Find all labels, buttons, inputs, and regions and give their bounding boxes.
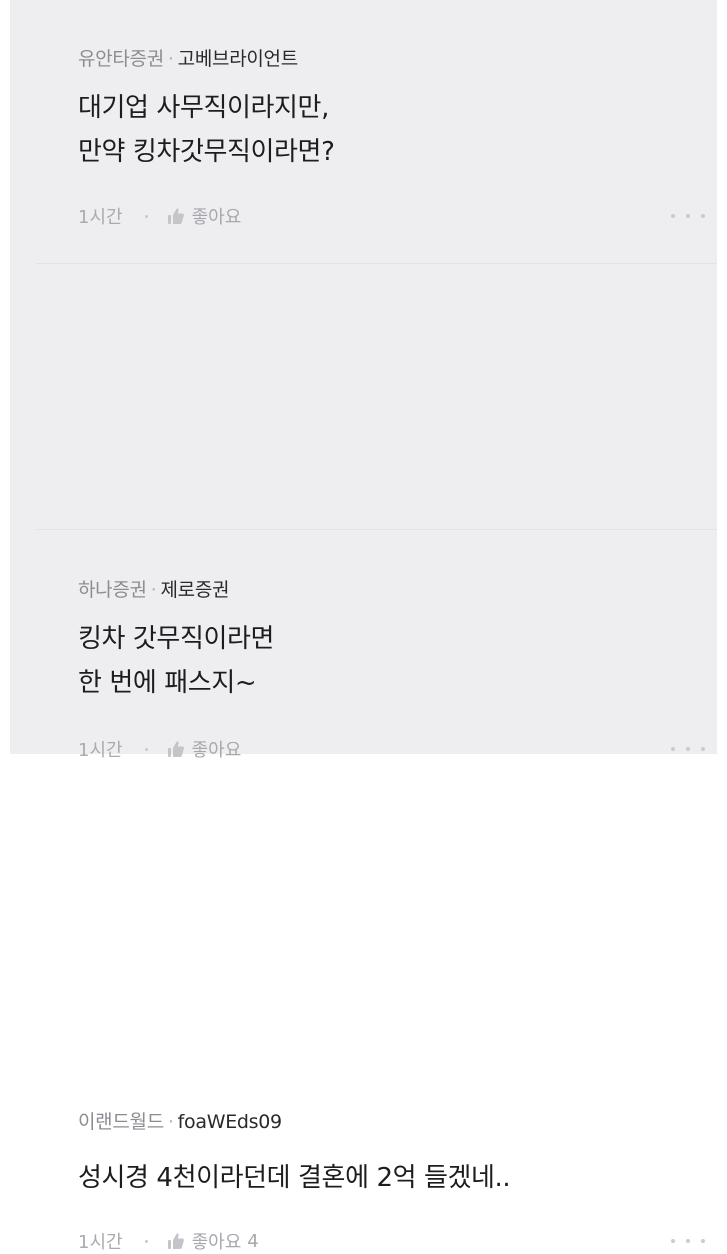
comment-text: 성시경 4천이라던데 결혼에 2억 들겠네.. xyxy=(78,1163,511,1193)
comment-time: 1시간 xyxy=(78,207,123,228)
author-company: 이랜드월드 xyxy=(78,1111,164,1133)
more-options-button[interactable] xyxy=(671,1231,705,1251)
thumbs-up-icon xyxy=(166,1231,186,1251)
author-nickname[interactable]: 고베브라이언트 xyxy=(178,48,299,70)
comment-author: 이랜드월드 · foaWEds09 xyxy=(78,1107,282,1134)
more-dots-icon xyxy=(686,1239,690,1243)
comment-footer: 1시간 좋아요 xyxy=(78,203,241,229)
like-label: 좋아요 xyxy=(191,207,242,228)
more-dots-icon xyxy=(701,214,705,218)
comment-footer: 1시간 좋아요 4 xyxy=(78,1228,259,1254)
comment-text: 대기업 사무직이라지만, 만약 킹차갓무직이라면? xyxy=(78,93,335,167)
divider xyxy=(36,263,717,264)
footer-separator xyxy=(144,1239,148,1243)
author-company: 유안타증권 xyxy=(78,48,164,70)
comment-item: 이랜드월드 · foaWEds09 성시경 4천이라던데 결혼에 2억 들겠네.. … xyxy=(10,531,717,1253)
comment-list: 유안타증권 · 고베브라이언트 대기업 사무직이라지만, 만약 킹차갓무직이라면? … xyxy=(10,0,717,1253)
footer-separator xyxy=(144,214,148,218)
comment-item: 하나증권 · 제로증권 킹차 갓무직이라면 한 번에 패스지~ 1시간 좋아요 xyxy=(10,265,717,761)
meta-separator: · xyxy=(167,48,174,70)
more-dots-icon xyxy=(671,214,675,218)
like-label: 좋아요 xyxy=(191,1232,242,1253)
like-button[interactable]: 좋아요 4 xyxy=(166,1228,259,1254)
thumbs-up-icon xyxy=(166,206,186,226)
more-dots-icon xyxy=(671,1239,675,1243)
comment-author: 유안타증권 · 고베브라이언트 xyxy=(78,44,298,71)
more-dots-icon xyxy=(686,214,690,218)
like-button[interactable]: 좋아요 xyxy=(166,203,242,229)
more-options-button[interactable] xyxy=(671,206,705,226)
more-dots-icon xyxy=(701,1239,705,1243)
meta-separator: · xyxy=(167,1111,174,1133)
divider xyxy=(36,529,717,530)
like-count: 4 xyxy=(247,1230,259,1252)
comment-item: 유안타증권 · 고베브라이언트 대기업 사무직이라지만, 만약 킹차갓무직이라면? … xyxy=(10,0,717,262)
comment-time: 1시간 xyxy=(78,1232,123,1253)
author-nickname[interactable]: foaWEds09 xyxy=(178,1111,282,1133)
